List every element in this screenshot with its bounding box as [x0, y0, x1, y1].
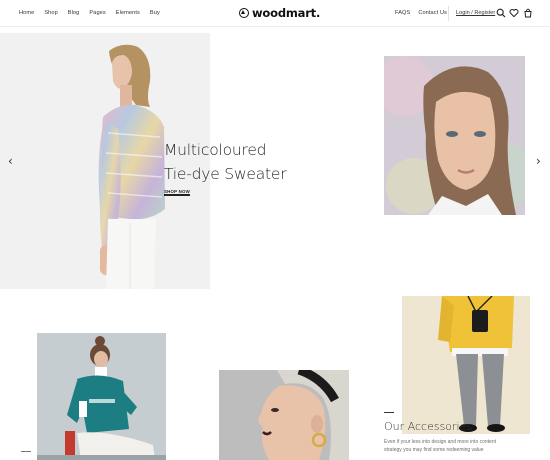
cart-icon[interactable] — [523, 8, 533, 18]
nav-pages[interactable]: Pages — [89, 10, 105, 16]
hero-title: Multicoloured Tie-dye Sweater — [164, 138, 287, 186]
site-logo[interactable]: woodmart. — [239, 6, 320, 20]
login-register-link[interactable]: Login / Register — [456, 10, 495, 16]
hero-portrait-image — [384, 56, 525, 215]
section-accent-line — [384, 412, 394, 413]
nav-contact[interactable]: Contact Us — [418, 10, 447, 16]
yellow-jacket-image — [402, 296, 530, 434]
site-header: Home Shop Blog Pages Elements Buy woodma… — [0, 0, 550, 27]
secondary-nav: FAQS Contact Us — [395, 10, 455, 16]
logo-icon — [239, 8, 249, 18]
nav-elements[interactable]: Elements — [116, 10, 140, 16]
accessories-title: Our Accessories — [384, 420, 473, 433]
teal-sweater-image — [37, 333, 166, 460]
header-divider — [448, 6, 449, 21]
earring-illustration — [219, 370, 349, 460]
search-icon[interactable] — [496, 8, 506, 18]
shop-now-link[interactable]: SHOP NOW — [164, 189, 190, 196]
earring-model-image — [219, 370, 349, 460]
tile-accent-line — [21, 451, 31, 452]
nav-buy[interactable]: Buy — [150, 10, 160, 16]
main-nav: Home Shop Blog Pages Elements Buy — [19, 10, 170, 16]
slider-prev-arrow[interactable]: ‹ — [8, 154, 13, 168]
portrait-illustration — [384, 56, 525, 215]
hero-title-line1: Multicoloured — [164, 141, 267, 159]
nav-shop[interactable]: Shop — [44, 10, 57, 16]
teal-sweater-illustration — [37, 333, 166, 460]
yellow-jacket-illustration — [402, 296, 530, 434]
logo-text: woodmart. — [252, 6, 321, 20]
nav-blog[interactable]: Blog — [68, 10, 80, 16]
hero-title-line2: Tie-dye Sweater — [164, 165, 287, 183]
accessories-description: Even if your less into design and more i… — [384, 439, 497, 453]
nav-home[interactable]: Home — [19, 10, 34, 16]
nav-faqs[interactable]: FAQS — [395, 10, 410, 16]
slider-next-arrow[interactable]: › — [536, 154, 541, 168]
heart-icon[interactable] — [509, 8, 519, 18]
